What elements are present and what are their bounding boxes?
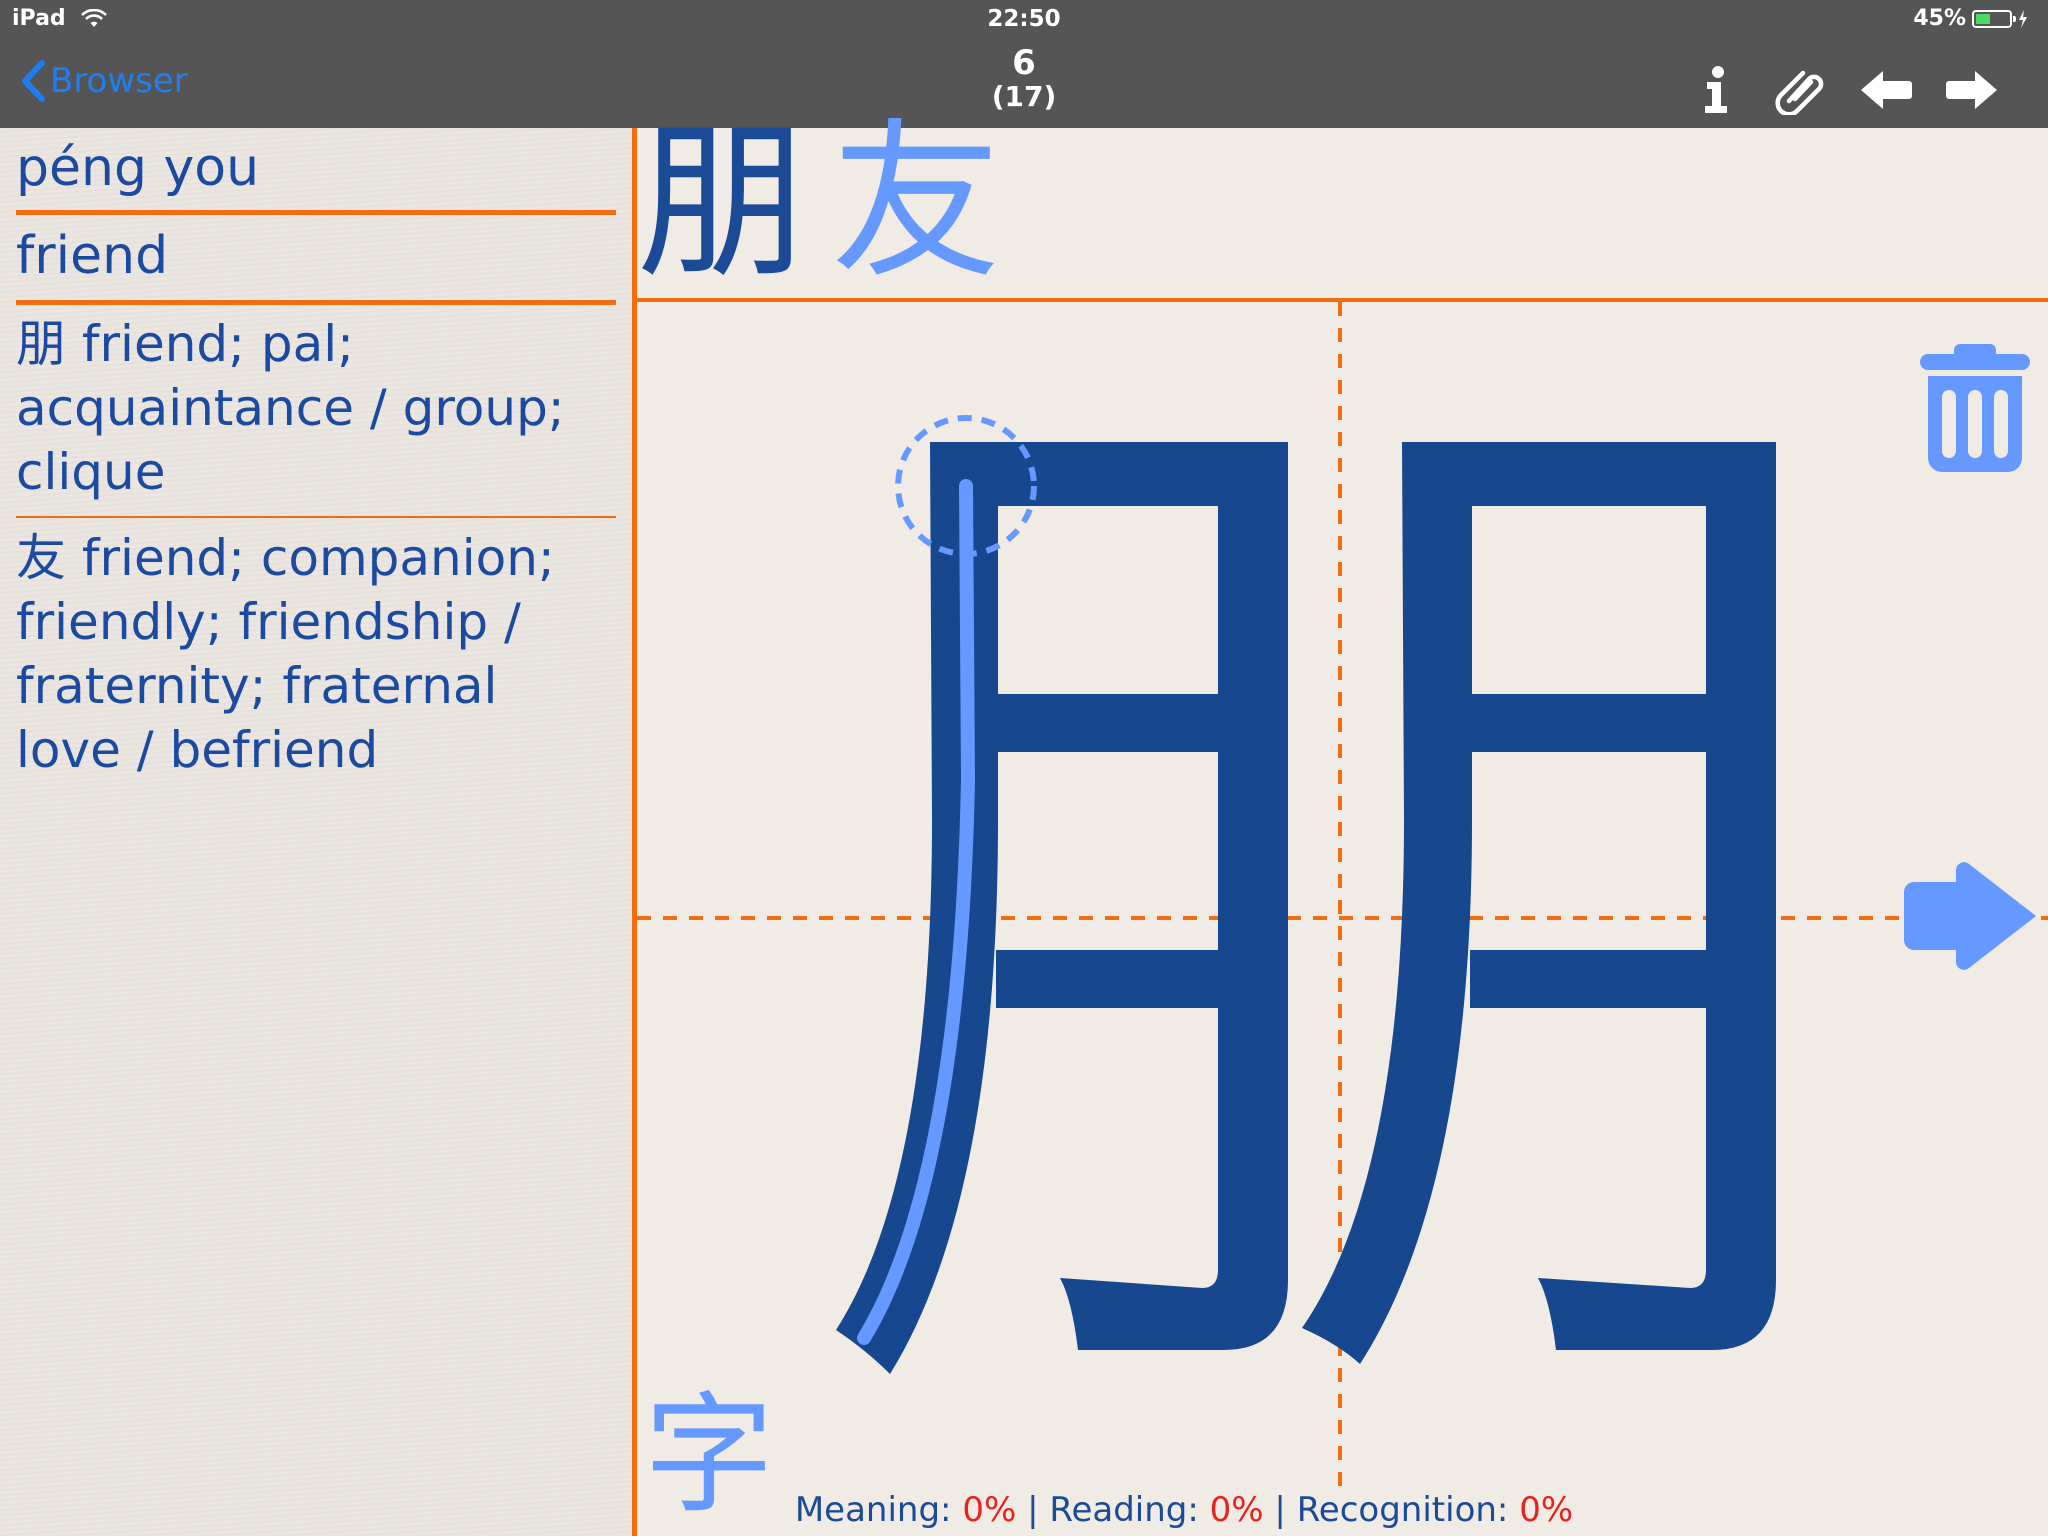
practice-character	[836, 442, 1776, 1374]
trash-icon	[1920, 344, 2030, 472]
next-stroke-button[interactable]	[1900, 862, 2040, 972]
recognition-score-value: 0%	[1519, 1490, 1574, 1530]
score-separator: |	[1027, 1490, 1039, 1530]
clear-button[interactable]	[1916, 340, 2034, 480]
writing-canvas[interactable]	[0, 0, 2048, 1536]
score-line: Meaning: 0% | Reading: 0% | Recognition:…	[0, 1490, 2048, 1530]
recognition-score-label: Recognition:	[1296, 1490, 1509, 1530]
meaning-score-value: 0%	[962, 1490, 1017, 1530]
meaning-score-label: Meaning:	[794, 1490, 952, 1530]
reading-score-label: Reading:	[1049, 1490, 1199, 1530]
reading-score-value: 0%	[1209, 1490, 1264, 1530]
score-separator: |	[1274, 1490, 1286, 1530]
arrow-right-icon	[1904, 862, 2036, 970]
